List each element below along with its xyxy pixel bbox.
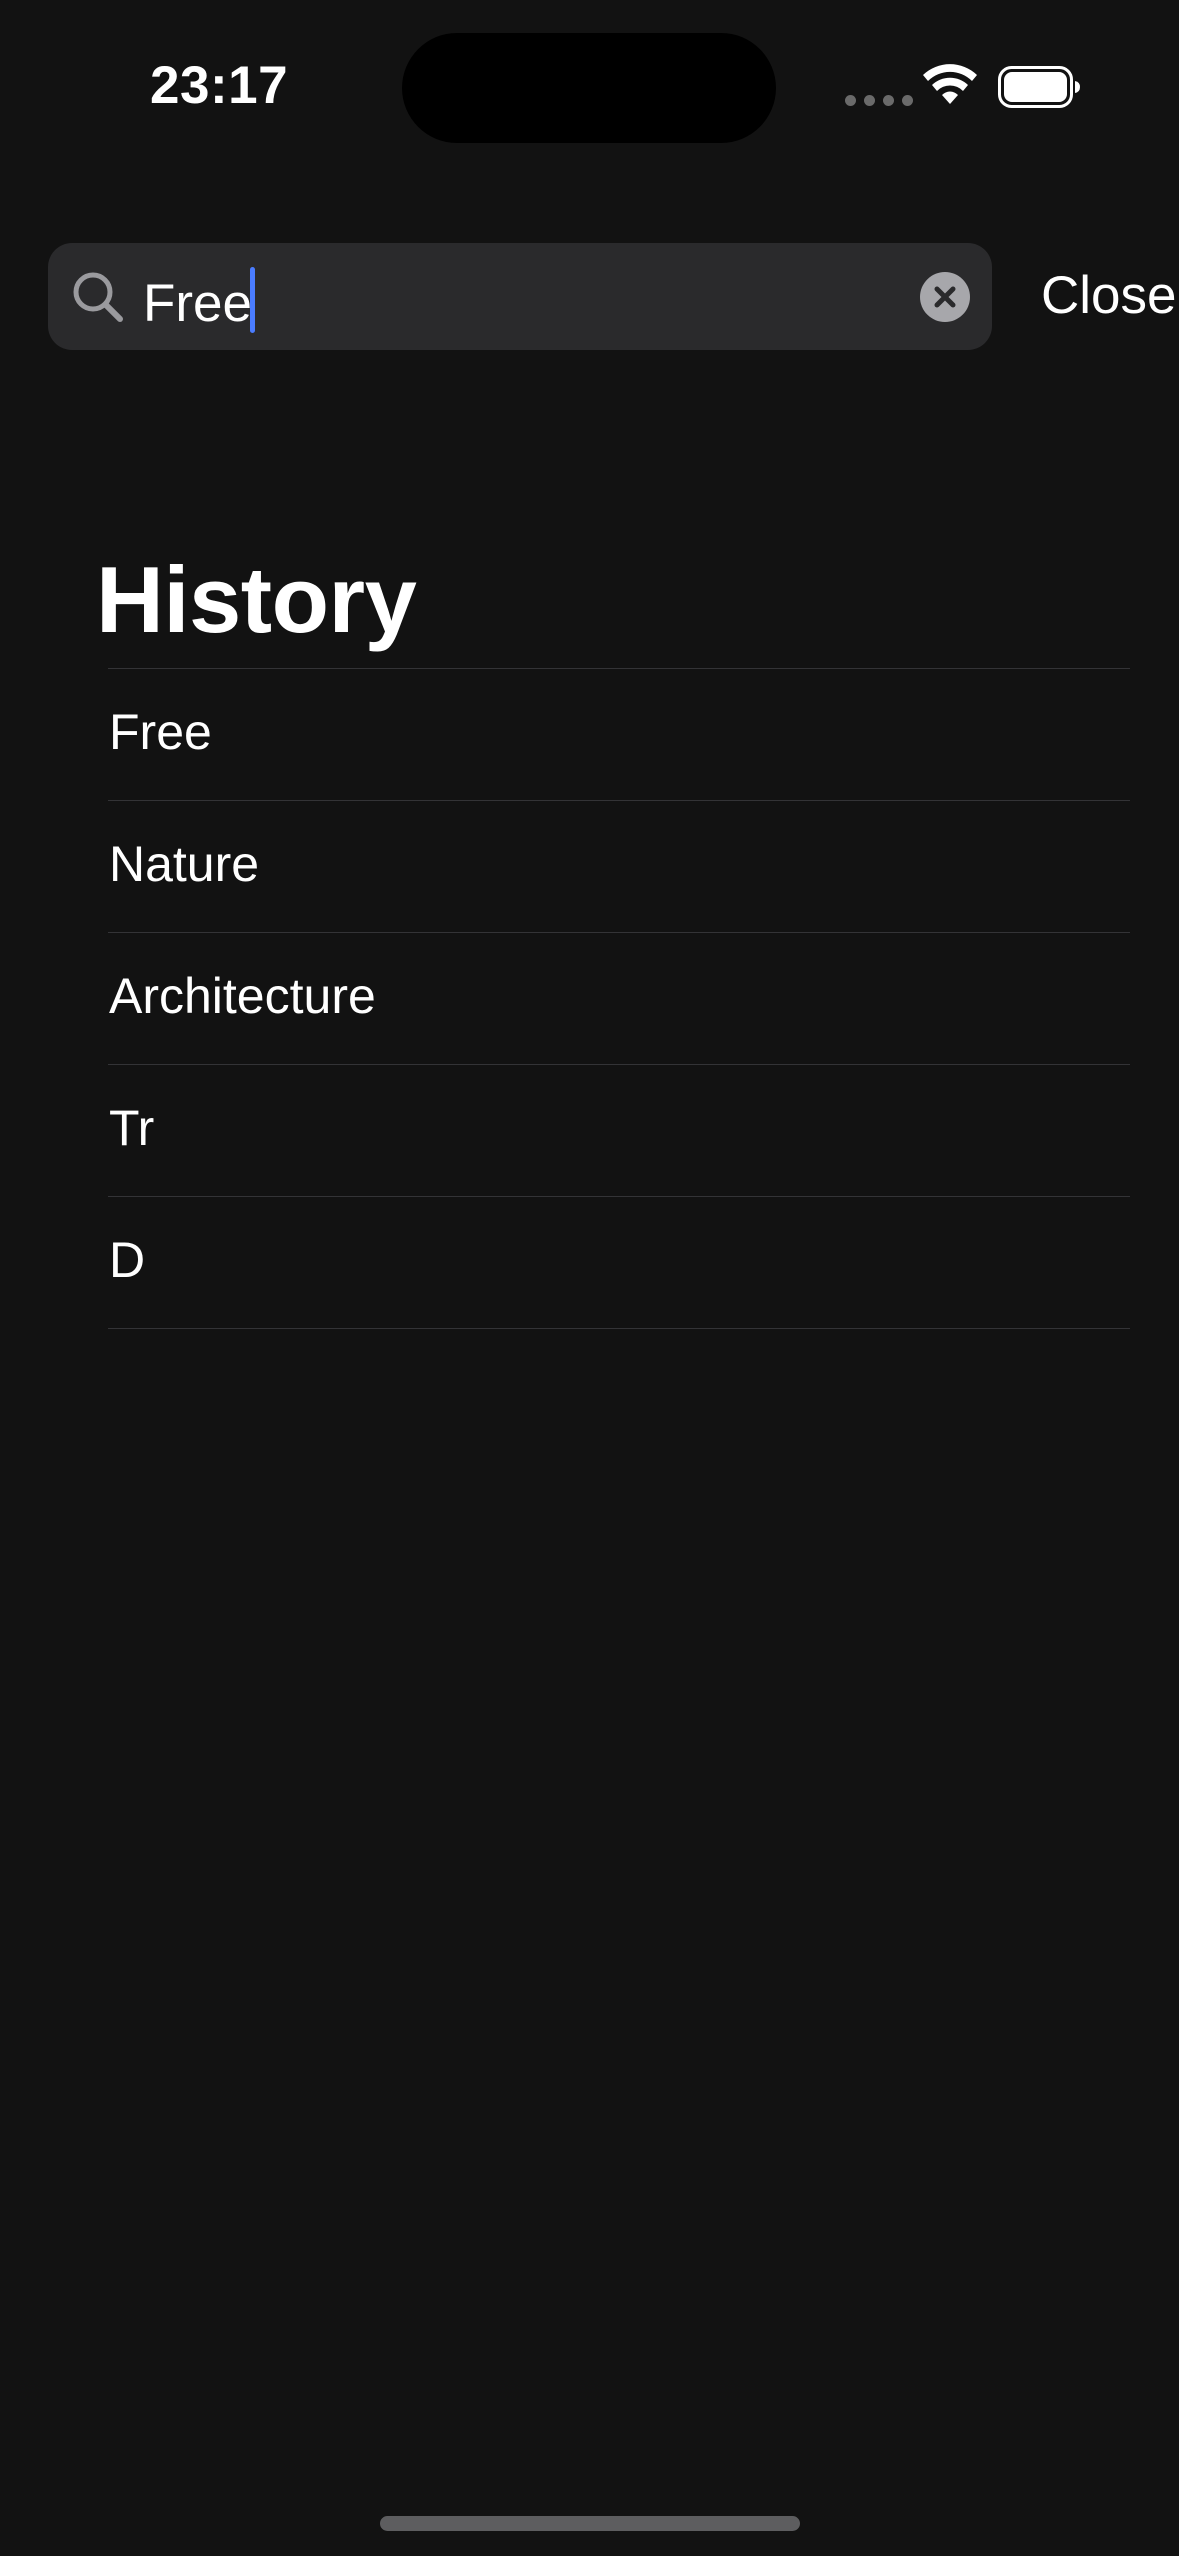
history-item-label: Architecture — [109, 968, 376, 1024]
status-time: 23:17 — [150, 56, 289, 115]
text-caret — [249, 267, 255, 333]
search-icon — [73, 272, 123, 322]
history-item-label: Nature — [109, 836, 260, 892]
battery-icon — [998, 66, 1080, 108]
history-item-label: D — [109, 1232, 146, 1288]
history-title: History — [96, 547, 417, 652]
history-item[interactable]: Tr — [108, 1065, 1130, 1197]
history-item[interactable]: Free — [108, 669, 1130, 801]
history-item-label: Free — [109, 704, 212, 760]
history-item[interactable]: Nature — [108, 801, 1130, 933]
search-field[interactable]: Free — [48, 243, 992, 350]
dynamic-island — [402, 33, 776, 143]
signal-dots-icon — [845, 95, 913, 106]
clear-search-button[interactable] — [920, 272, 970, 322]
history-item[interactable]: D — [108, 1197, 1130, 1329]
history-item[interactable]: Architecture — [108, 933, 1130, 1065]
home-indicator[interactable] — [380, 2516, 800, 2531]
wifi-icon — [923, 64, 977, 104]
search-input[interactable]: Free — [143, 267, 255, 334]
clear-icon — [934, 286, 956, 308]
history-item-label: Tr — [109, 1100, 155, 1156]
close-button[interactable]: Close — [1041, 264, 1177, 328]
history-list: Free Nature Architecture Tr D — [108, 668, 1130, 1329]
search-input-value: Free — [143, 274, 252, 333]
